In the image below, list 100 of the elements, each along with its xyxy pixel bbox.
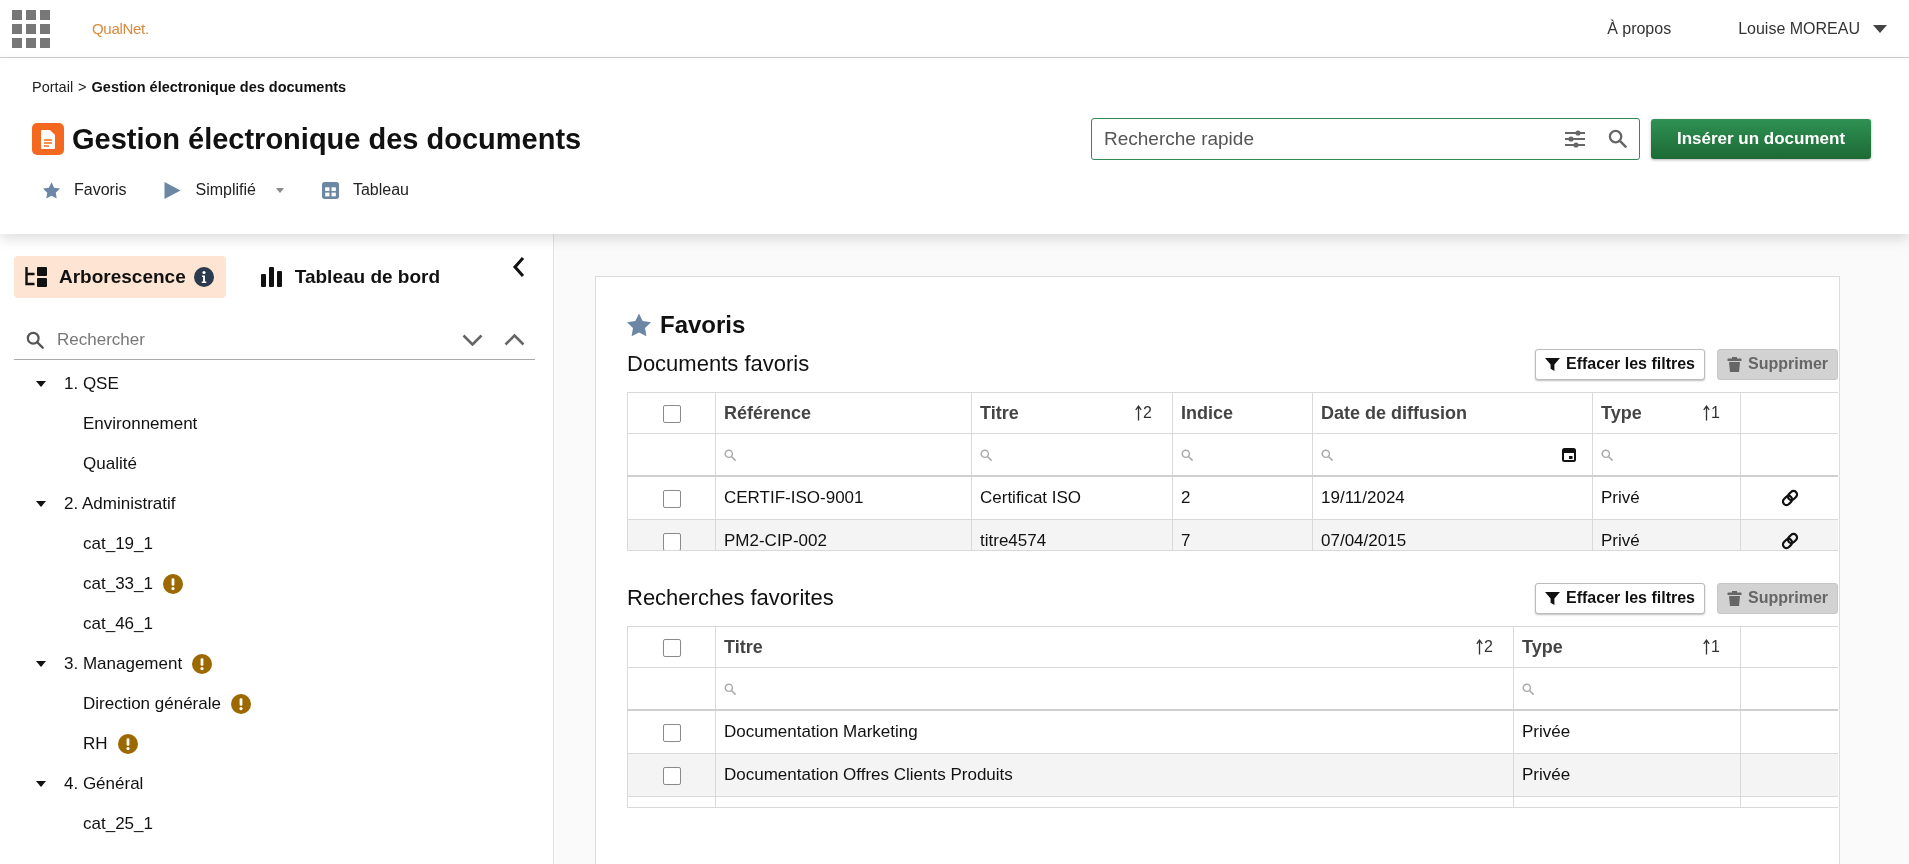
chevron-left-icon[interactable]: [512, 256, 526, 278]
filter-icon: [1545, 356, 1561, 372]
search-icon: [724, 682, 736, 695]
caret-icon[interactable]: [36, 659, 46, 669]
page-title: Gestion électronique des documents: [72, 122, 582, 156]
sidebar-tab[interactable]: Tableau de bord: [249, 256, 453, 298]
sort-order: 2: [1484, 638, 1493, 656]
checkbox[interactable]: [662, 489, 681, 508]
caret-icon[interactable]: [36, 779, 46, 789]
column-header[interactable]: Titre: [724, 636, 763, 658]
clear-filters-button[interactable]: Effacer les filtres: [1535, 582, 1705, 614]
card-title: Favoris: [660, 311, 746, 339]
chevron-down-icon[interactable]: [462, 334, 483, 346]
breadcrumb-separator: >: [78, 79, 87, 95]
table-icon: [321, 181, 339, 199]
table-cell: 2: [1172, 476, 1313, 520]
sort-order: 1: [1711, 638, 1720, 656]
checkbox[interactable]: [662, 532, 681, 550]
sliders-icon[interactable]: [1564, 130, 1586, 148]
checkbox[interactable]: [662, 404, 681, 423]
table-cell: CERTIF-ISO-9001: [715, 476, 972, 520]
document-icon: [32, 123, 64, 155]
link-icon[interactable]: [1779, 488, 1800, 509]
sort-order: 1: [1711, 404, 1720, 422]
calendar-icon[interactable]: [1562, 447, 1576, 462]
table-cell: 7: [1172, 519, 1313, 550]
checkbox[interactable]: [662, 723, 681, 742]
filter-icon: [1545, 590, 1561, 606]
sidebar-tab[interactable]: Arborescence: [14, 256, 226, 298]
sort-arrow-icon: [1135, 405, 1143, 421]
quick-search-field[interactable]: Recherche rapide: [1091, 118, 1640, 160]
column-header[interactable]: Titre: [980, 402, 1019, 424]
table-cell: 19/11/2024: [1312, 476, 1593, 520]
chevron-up-icon[interactable]: [504, 334, 525, 346]
tree-item[interactable]: 3. Management: [64, 654, 183, 674]
about-link[interactable]: À propos: [1607, 19, 1672, 38]
tree-item[interactable]: cat_25_1: [83, 814, 153, 834]
column-header[interactable]: Référence: [724, 402, 812, 424]
table-cell: Documentation Offres Clients Produits: [715, 753, 1514, 797]
star-icon: [43, 181, 60, 199]
tree-item[interactable]: 4. Général: [64, 774, 144, 794]
caret-icon[interactable]: [36, 499, 46, 509]
checkbox[interactable]: [662, 766, 681, 785]
tree-item[interactable]: cat_33_1: [83, 574, 153, 594]
user-menu[interactable]: Louise MOREAU: [1738, 19, 1887, 38]
tree-item[interactable]: 1. QSE: [64, 374, 119, 394]
tree-icon: [24, 266, 48, 288]
column-header[interactable]: Type: [1522, 636, 1563, 658]
table-cell: titre4574: [971, 519, 1173, 550]
section-title: Recherches favorites: [627, 585, 834, 611]
tree-item[interactable]: RH: [83, 734, 108, 754]
search-icon[interactable]: [1608, 129, 1627, 148]
trash-icon: [1727, 590, 1742, 606]
search-icon: [1601, 448, 1613, 461]
tree-item[interactable]: Environnement: [83, 414, 198, 434]
checkbox[interactable]: [662, 638, 681, 657]
table-cell: 07/04/2015: [1312, 519, 1593, 550]
table-cell: Certificat ISO: [971, 476, 1173, 520]
table-cell: Privée: [1513, 710, 1741, 754]
column-header[interactable]: Type: [1601, 402, 1642, 424]
app-grid-icon[interactable]: [12, 9, 50, 48]
tree-item[interactable]: cat_46_1: [83, 614, 153, 634]
tree-item[interactable]: Qualité: [83, 454, 137, 474]
bar-chart-icon: [259, 266, 284, 288]
search-icon: [1321, 448, 1333, 461]
table-cell: Privé: [1592, 476, 1741, 520]
insert-document-button[interactable]: Insérer un document: [1651, 119, 1871, 159]
tree-item[interactable]: 2. Administratif: [64, 494, 176, 514]
table-cell: Documentation Marketing: [715, 710, 1514, 754]
search-icon: [1181, 448, 1193, 461]
view-button[interactable]: Tableau: [321, 181, 409, 199]
caret-icon[interactable]: [36, 379, 46, 389]
view-button[interactable]: Simplifié: [164, 181, 284, 199]
caret-icon: [1873, 24, 1887, 33]
sort-arrow-icon: [1476, 639, 1484, 655]
search-icon: [724, 448, 736, 461]
play-icon: [164, 181, 182, 199]
table-cell: Privée: [1513, 753, 1741, 797]
sort-arrow-icon: [1703, 639, 1711, 655]
info-icon[interactable]: [193, 267, 214, 287]
breadcrumb-current: Gestion électronique des documents: [91, 79, 347, 95]
view-button[interactable]: Favoris: [43, 181, 127, 199]
search-icon: [980, 448, 992, 461]
trash-icon: [1727, 356, 1742, 372]
tree-item[interactable]: cat_19_1: [83, 534, 153, 554]
breadcrumb-link[interactable]: Portail: [32, 79, 74, 95]
table-cell: PM2-CIP-002: [715, 519, 972, 550]
table-cell: Privé: [1592, 519, 1741, 550]
sort-order: 2: [1143, 404, 1152, 422]
sort-arrow-icon: [1703, 405, 1711, 421]
logo: QualNet.: [92, 20, 149, 37]
star-icon: [627, 313, 651, 337]
column-header[interactable]: Indice: [1181, 402, 1233, 424]
search-icon: [26, 331, 44, 349]
search-icon: [1522, 682, 1534, 695]
section-title: Documents favoris: [627, 351, 810, 377]
tree-item[interactable]: Direction générale: [83, 694, 221, 714]
link-icon[interactable]: [1779, 531, 1800, 550]
clear-filters-button[interactable]: Effacer les filtres: [1535, 348, 1705, 380]
tree-search-field[interactable]: Rechercher: [14, 320, 535, 360]
